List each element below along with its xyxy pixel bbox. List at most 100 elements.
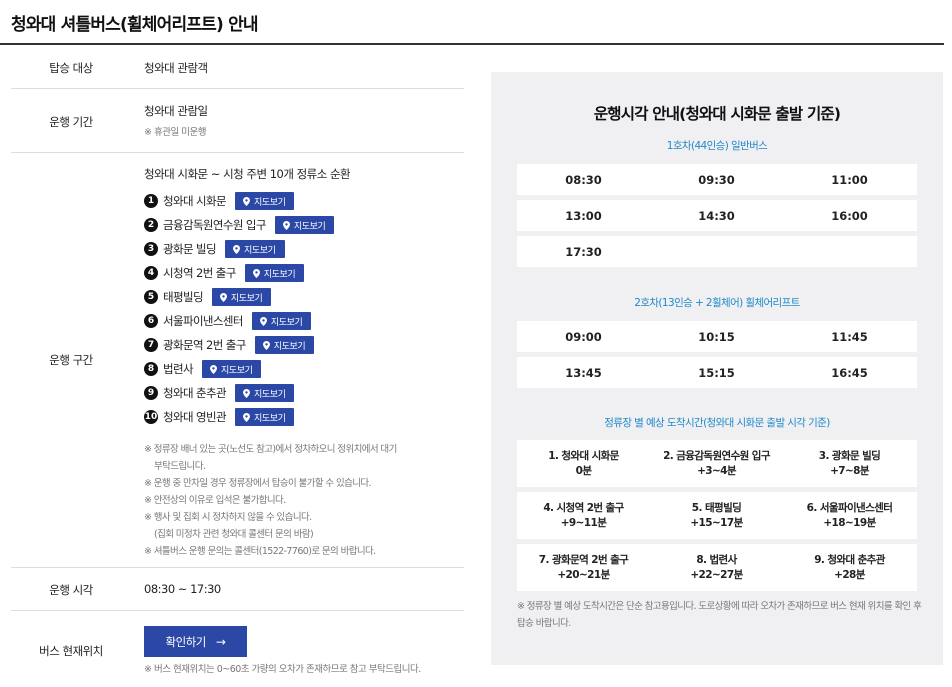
route-stop: 5 태평빌딩 지도보기 xyxy=(144,285,334,309)
stop-number-badge: 6 xyxy=(144,314,158,328)
view-map-label: 지도보기 xyxy=(270,317,303,328)
eta-cell: 2. 금융감독원연수원 입구 +3~4분 xyxy=(650,449,783,479)
stop-name: 금융감독원연수원 입구 xyxy=(163,218,266,232)
stop-number-badge: 3 xyxy=(144,242,158,256)
location-label: 버스 현재위치 xyxy=(39,644,103,658)
row-route: 운행 구간 청와대 시화문 ~ 시청 주변 10개 정류소 순환 1 청와대 시화… xyxy=(11,153,464,568)
departure-time: 11:45 xyxy=(831,329,868,344)
bus1-title: 1호차(44인승) 일반버스 xyxy=(666,140,768,152)
map-pin-icon xyxy=(232,244,240,254)
stop-number-badge: 10 xyxy=(144,410,158,424)
route-note: ※ 운행 중 만차일 경우 정류장에서 탑승이 불가할 수 있습니다. xyxy=(144,478,372,489)
map-pin-icon xyxy=(259,316,267,326)
eta-cell: 1. 청와대 시화문 0분 xyxy=(517,449,650,479)
eta-time: +15~17분 xyxy=(690,516,743,529)
view-map-button[interactable]: 지도보기 xyxy=(234,408,295,426)
row-location: 버스 현재위치 확인하기 → ※ 버스 현재위치는 0~60초 가량의 오차가 … xyxy=(11,611,464,687)
arrow-right-icon: → xyxy=(215,634,226,649)
route-note: ※ 셔틀버스 운행 문의는 콜센터(1522-7760)로 문의 바랍니다. xyxy=(144,546,376,557)
time-row: 13:00 14:30 16:00 xyxy=(517,200,917,231)
bus2-title: 2호차(13인승 + 2휠체어) 휠체어리프트 xyxy=(634,297,800,309)
view-map-label: 지도보기 xyxy=(263,269,296,280)
view-map-button[interactable]: 지도보기 xyxy=(201,360,262,378)
stop-name: 서울파이낸스센터 xyxy=(163,314,243,328)
stop-name: 시청역 2번 출구 xyxy=(163,266,236,280)
time-label: 운행 시각 xyxy=(49,583,93,597)
view-map-label: 지도보기 xyxy=(220,365,253,376)
time-row: 09:00 10:15 11:45 xyxy=(517,321,917,352)
view-map-button[interactable]: 지도보기 xyxy=(234,192,295,210)
timetable-title: 운행시각 안내(청와대 시화문 출발 기준) xyxy=(593,105,841,123)
route-note: ※ 안전상의 이유로 입석은 불가합니다. xyxy=(144,495,286,506)
eta-stop-name: 1. 청와대 시화문 xyxy=(548,449,619,462)
eta-time: 0분 xyxy=(575,464,592,477)
row-period: 운행 기간 청와대 관람일 ※ 휴관일 미운행 xyxy=(11,89,464,153)
view-map-label: 지도보기 xyxy=(253,389,286,400)
info-table: 탑승 대상 청와대 관람객 운행 기간 청와대 관람일 ※ 휴관일 미운행 운행… xyxy=(11,45,464,687)
eta-stop-name: 8. 법련사 xyxy=(696,553,737,566)
row-target: 탑승 대상 청와대 관람객 xyxy=(11,45,464,89)
stop-name: 법련사 xyxy=(163,362,194,376)
stop-number-badge: 1 xyxy=(144,194,158,208)
view-map-button[interactable]: 지도보기 xyxy=(274,216,335,234)
target-label: 탑승 대상 xyxy=(49,61,93,75)
route-stop: 8 법련사 지도보기 xyxy=(144,357,334,381)
view-map-label: 지도보기 xyxy=(273,341,306,352)
map-pin-icon xyxy=(282,220,290,230)
departure-time: 16:45 xyxy=(831,365,868,380)
eta-stop-name: 7. 광화문역 2번 출구 xyxy=(538,553,629,566)
departure-time: 09:30 xyxy=(698,172,735,187)
view-map-button[interactable]: 지도보기 xyxy=(254,336,315,354)
route-stop: 7 광화문역 2번 출구 지도보기 xyxy=(144,333,334,357)
departure-time: 10:15 xyxy=(698,329,735,344)
route-stop: 9 청와대 춘추관 지도보기 xyxy=(144,381,334,405)
map-pin-icon xyxy=(242,412,250,422)
view-map-button[interactable]: 지도보기 xyxy=(251,312,312,330)
period-value: 청와대 관람일 xyxy=(144,104,208,118)
time-row: 17:30 xyxy=(517,236,917,267)
view-map-label: 지도보기 xyxy=(253,197,286,208)
eta-cell: 5. 태평빌딩 +15~17분 xyxy=(650,501,783,531)
stop-name: 청와대 시화문 xyxy=(163,194,227,208)
view-map-label: 지도보기 xyxy=(253,413,286,424)
row-time: 운행 시각 08:30 ~ 17:30 xyxy=(11,568,464,611)
map-pin-icon xyxy=(209,364,217,374)
eta-time: +28분 xyxy=(834,568,865,581)
location-note: ※ 버스 현재위치는 0~60초 가량의 오차가 존재하므로 참고 부탁드립니다… xyxy=(144,664,421,675)
eta-time: +20~21분 xyxy=(557,568,610,581)
view-map-button[interactable]: 지도보기 xyxy=(224,240,285,258)
eta-cell: 4. 시청역 2번 출구 +9~11분 xyxy=(517,501,650,531)
route-note: ※ 행사 및 집회 시 정차하지 않을 수 있습니다. xyxy=(144,512,312,523)
period-note: ※ 휴관일 미운행 xyxy=(144,127,206,138)
eta-title: 정류장 별 예상 도착시간(청와대 시화문 출발 시각 기준) xyxy=(604,417,830,429)
departure-time: 11:00 xyxy=(831,172,868,187)
view-map-button[interactable]: 지도보기 xyxy=(244,264,305,282)
view-map-button[interactable]: 지도보기 xyxy=(211,288,272,306)
stop-name: 광화문 빌딩 xyxy=(163,242,217,256)
stop-number-badge: 9 xyxy=(144,386,158,400)
eta-cell: 9. 청와대 춘추관 +28분 xyxy=(783,553,916,583)
map-pin-icon xyxy=(219,292,227,302)
departure-time: 13:00 xyxy=(565,208,602,223)
timetable-panel: 운행시각 안내(청와대 시화문 출발 기준) 1호차(44인승) 일반버스 08… xyxy=(491,72,943,665)
period-label: 운행 기간 xyxy=(49,115,93,129)
route-label: 운행 구간 xyxy=(49,353,93,367)
view-map-label: 지도보기 xyxy=(230,293,263,304)
departure-time: 13:45 xyxy=(565,365,602,380)
eta-time: +3~4분 xyxy=(697,464,736,477)
eta-cell: 7. 광화문역 2번 출구 +20~21분 xyxy=(517,553,650,583)
eta-stop-name: 2. 금융감독원연수원 입구 xyxy=(663,449,770,462)
eta-row: 7. 광화문역 2번 출구 +20~21분 8. 법련사 +22~27분 9. 청와대 … xyxy=(517,544,917,591)
departure-time: 16:00 xyxy=(831,208,868,223)
time-row: 13:45 15:15 16:45 xyxy=(517,357,917,388)
eta-stop-name: 6. 서울파이낸스센터 xyxy=(806,501,893,514)
departure-time: 09:00 xyxy=(565,329,602,344)
map-pin-icon xyxy=(242,388,250,398)
route-notes: ※ 정류장 배너 있는 곳(노선도 참고)에서 정차하오니 정위치에서 대기 부… xyxy=(144,441,397,560)
route-note: (집회 미정차 관련 청와대 콜센터 문의 바람) xyxy=(154,529,314,540)
check-location-button[interactable]: 확인하기 → xyxy=(144,626,247,657)
view-map-label: 지도보기 xyxy=(293,221,326,232)
view-map-button[interactable]: 지도보기 xyxy=(234,384,295,402)
stop-number-badge: 7 xyxy=(144,338,158,352)
view-map-label: 지도보기 xyxy=(243,245,276,256)
